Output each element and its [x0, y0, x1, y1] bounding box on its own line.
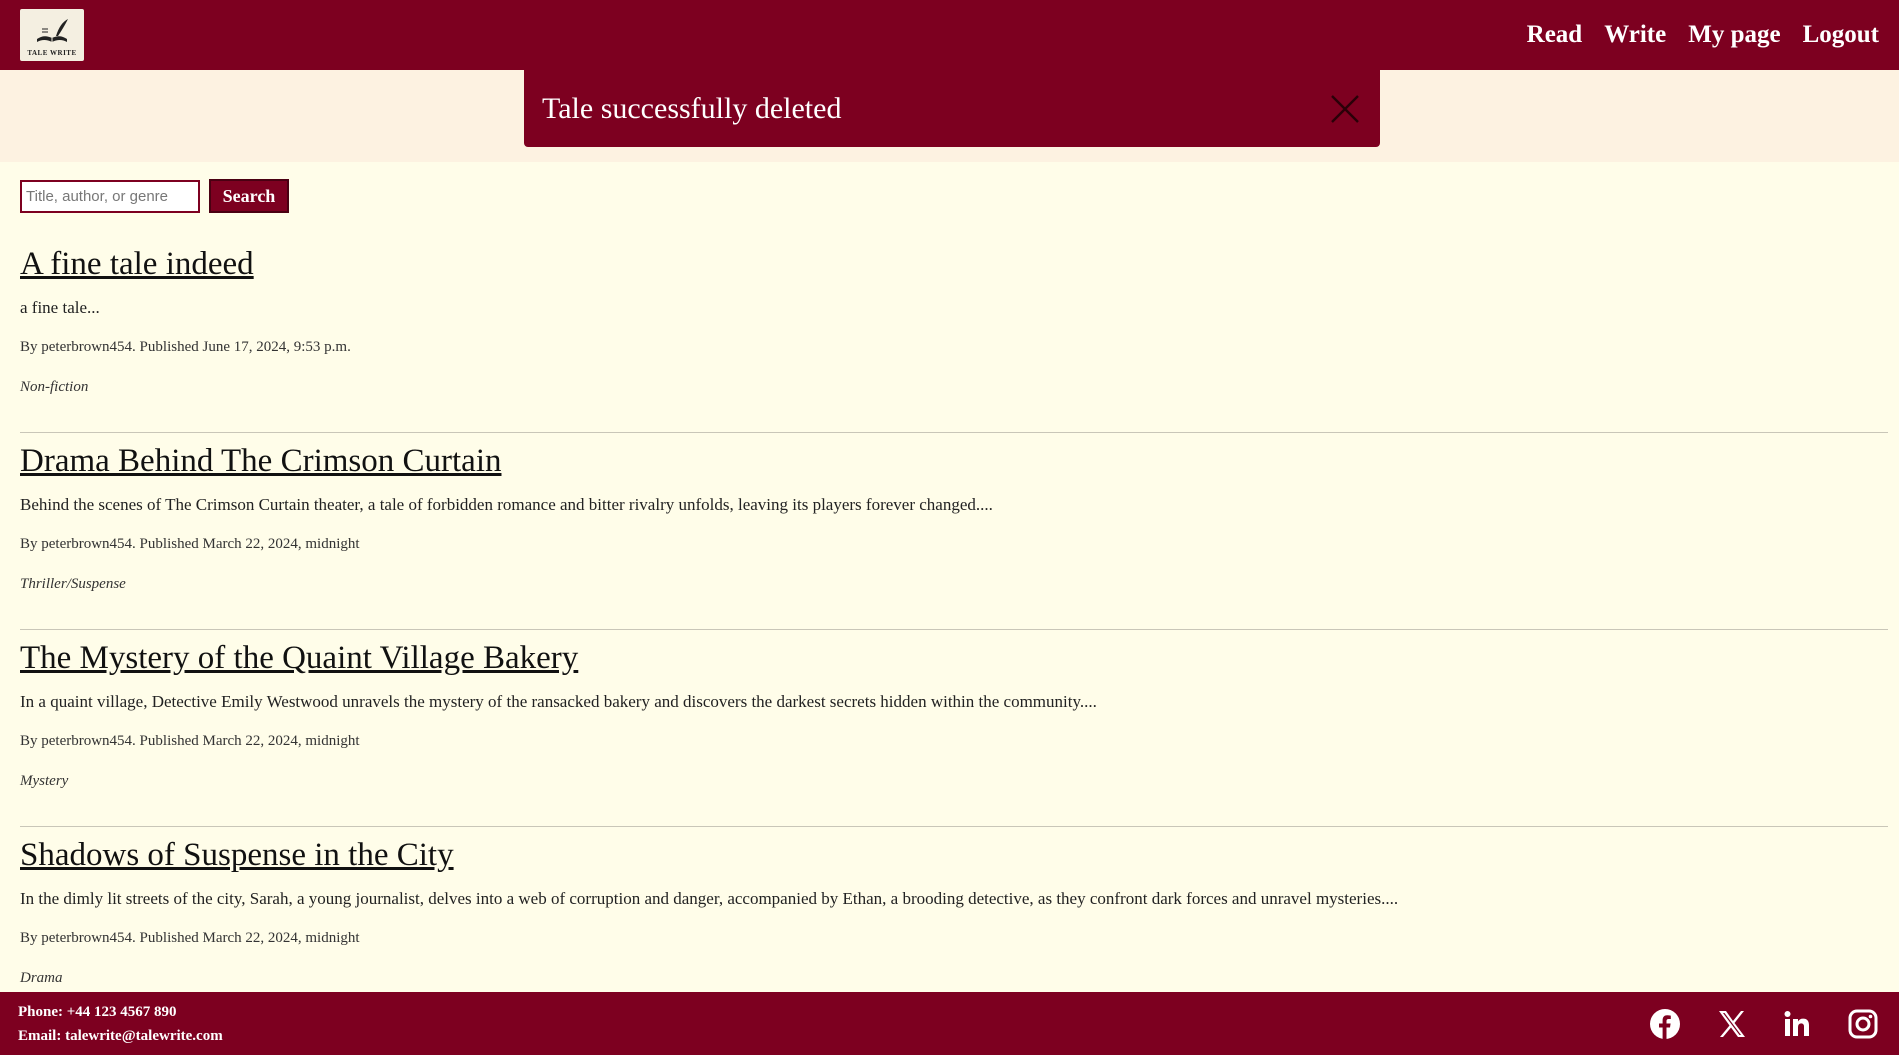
logo-text: TALE WRITE	[27, 49, 77, 57]
tale-meta: By peterbrown454. Published March 22, 20…	[20, 930, 360, 946]
footer-email: Email: talewrite@talewrite.com	[18, 1027, 223, 1044]
tale-title-link[interactable]: The Mystery of the Quaint Village Bakery	[20, 640, 578, 677]
tale-meta: By peterbrown454. Published June 17, 202…	[20, 339, 351, 355]
nav-write-link[interactable]: Write	[1604, 21, 1666, 49]
x-icon[interactable]	[1715, 1008, 1747, 1040]
contact-info: Phone: +44 123 4567 890 Email: talewrite…	[18, 1000, 223, 1048]
tale-list: A fine tale indeed a fine tale... By pet…	[20, 236, 1888, 1024]
tale-item: Drama Behind The Crimson Curtain Behind …	[20, 433, 1888, 630]
tale-meta: By peterbrown454. Published March 22, 20…	[20, 536, 360, 552]
footer-phone: Phone: +44 123 4567 890	[18, 1003, 177, 1020]
tale-excerpt: In the dimly lit streets of the city, Sa…	[20, 889, 1399, 908]
nav-read-link[interactable]: Read	[1527, 21, 1583, 49]
nav-links: Read Write My page Logout	[1527, 21, 1879, 49]
tale-item: A fine tale indeed a fine tale... By pet…	[20, 236, 1888, 433]
tale-meta: By peterbrown454. Published March 22, 20…	[20, 733, 360, 749]
site-logo[interactable]: TALE WRITE	[20, 9, 84, 61]
tale-excerpt: Behind the scenes of The Crimson Curtain…	[20, 495, 993, 514]
footer: Phone: +44 123 4567 890 Email: talewrite…	[0, 992, 1899, 1055]
linkedin-icon[interactable]	[1781, 1008, 1813, 1040]
success-alert: Tale successfully deleted	[524, 70, 1380, 147]
tale-genre: Thriller/Suspense	[20, 576, 126, 592]
tale-title-link[interactable]: A fine tale indeed	[20, 246, 254, 283]
search-button[interactable]: Search	[209, 179, 289, 213]
tale-item: The Mystery of the Quaint Village Bakery…	[20, 630, 1888, 827]
instagram-icon[interactable]	[1847, 1008, 1879, 1040]
navbar: TALE WRITE Read Write My page Logout	[0, 0, 1899, 70]
search-form: Search	[20, 179, 289, 213]
tale-excerpt: a fine tale...	[20, 298, 100, 317]
facebook-icon[interactable]	[1649, 1008, 1681, 1040]
tale-genre: Non-fiction	[20, 379, 89, 395]
book-quill-icon	[37, 19, 68, 42]
nav-logout-link[interactable]: Logout	[1803, 21, 1879, 49]
nav-my-page-link[interactable]: My page	[1688, 21, 1780, 49]
tale-excerpt: In a quaint village, Detective Emily Wes…	[20, 692, 1097, 711]
tale-title-link[interactable]: Drama Behind The Crimson Curtain	[20, 443, 501, 480]
tale-genre: Mystery	[20, 773, 69, 789]
social-links	[1649, 1008, 1879, 1040]
tale-title-link[interactable]: Shadows of Suspense in the City	[20, 837, 454, 874]
close-icon[interactable]	[1328, 92, 1362, 126]
alert-message: Tale successfully deleted	[542, 91, 842, 125]
search-input[interactable]	[20, 179, 200, 213]
tale-genre: Drama	[20, 970, 63, 986]
